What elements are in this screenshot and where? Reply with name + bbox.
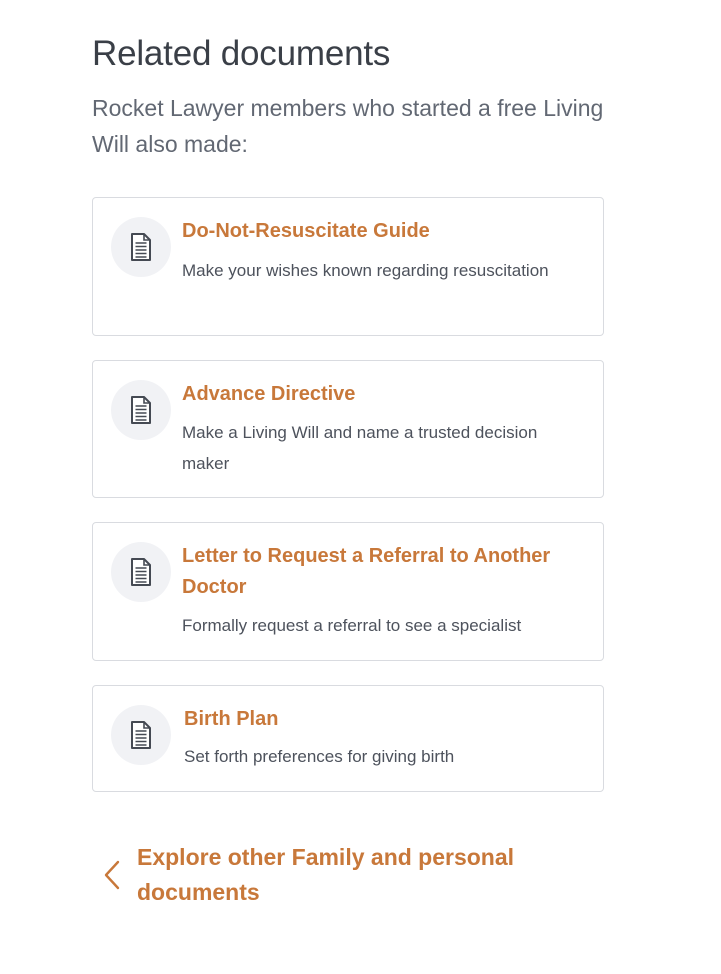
document-card-referral-letter[interactable]: Letter to Request a Referral to Another …: [92, 522, 604, 661]
document-card-birth-plan[interactable]: Birth Plan Set forth preferences for giv…: [92, 685, 604, 792]
document-card-dnr[interactable]: Do-Not-Resuscitate Guide Make your wishe…: [92, 197, 604, 336]
document-card-advance-directive[interactable]: Advance Directive Make a Living Will and…: [92, 360, 604, 498]
document-title[interactable]: Advance Directive: [182, 379, 594, 410]
document-title[interactable]: Letter to Request a Referral to Another …: [182, 541, 594, 603]
document-icon: [111, 217, 171, 277]
document-description: Make a Living Will and name a trusted de…: [182, 423, 538, 473]
document-description: Formally request a referral to see a spe…: [182, 616, 522, 635]
explore-more-label[interactable]: Explore other Family and personal docume…: [137, 840, 557, 910]
document-icon: [111, 542, 171, 602]
document-title[interactable]: Birth Plan: [184, 704, 596, 735]
document-icon: [111, 705, 171, 765]
section-intro: Rocket Lawyer members who started a free…: [92, 95, 604, 157]
document-icon: [111, 380, 171, 440]
document-title[interactable]: Do-Not-Resuscitate Guide: [182, 216, 594, 247]
chevron-left-icon: [104, 860, 120, 895]
document-description: Set forth preferences for giving birth: [184, 747, 455, 766]
document-description: Make your wishes known regarding resusci…: [182, 261, 549, 280]
section-heading: Related documents: [92, 34, 391, 73]
